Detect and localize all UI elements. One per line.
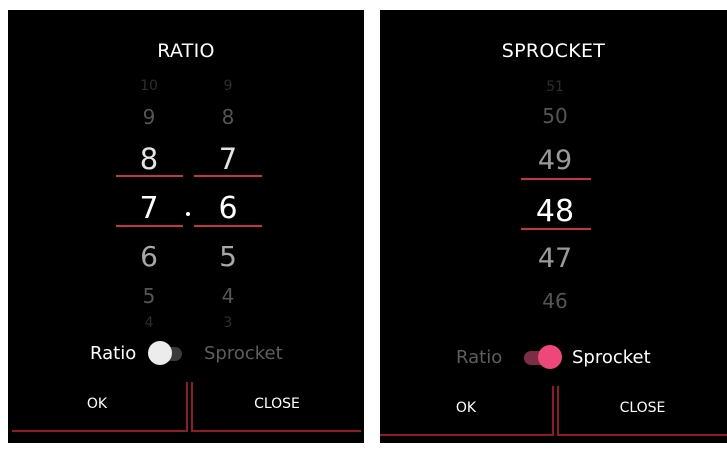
sprocket-dialog: SPROCKET 51 50 49 48 47 46 Ratio Sprocke… [380,10,727,443]
picker-selected-value[interactable]: 48 [515,197,595,227]
selection-line-top [521,178,591,180]
picker-value[interactable]: 49 [515,147,595,174]
button-divider [186,382,188,432]
button-divider [552,386,554,436]
ratio-sprocket-toggle[interactable] [148,341,184,365]
ratio-sprocket-toggle[interactable] [524,345,562,369]
button-divider [191,382,193,432]
button-border [12,430,186,432]
selection-line-bottom [521,228,591,230]
button-border [380,434,552,436]
picker-value[interactable]: 46 [515,291,595,311]
picker-value[interactable]: 6 [109,243,189,271]
picker-value[interactable]: 3 [188,316,268,330]
button-border [191,430,361,432]
button-divider [557,386,559,436]
picker-value[interactable]: 4 [109,316,189,330]
ok-button[interactable]: OK [8,384,186,424]
picker-value[interactable]: 51 [515,80,595,94]
picker-value[interactable]: 50 [515,106,595,126]
screen: RATIO 10 9 8 7 6 5 4 9 8 7 6 5 4 3 Ratio [0,0,727,455]
picker-value[interactable]: 9 [188,79,268,93]
selection-line-bottom [194,225,262,227]
switch-label-sprocket: Sprocket [572,347,651,368]
selection-line-bottom [116,225,183,227]
switch-label-ratio: Ratio [456,347,503,368]
picker-selected-value[interactable]: 7 [109,194,189,224]
toggle-thumb [148,341,172,365]
picker-value[interactable]: 8 [188,107,268,127]
close-button[interactable]: CLOSE [558,388,727,428]
toggle-thumb [538,345,562,369]
ratio-dialog: RATIO 10 9 8 7 6 5 4 9 8 7 6 5 4 3 Ratio [8,10,364,443]
picker-value[interactable]: 10 [109,79,189,93]
dialog-title: RATIO [157,40,215,62]
picker-value[interactable]: 9 [109,107,189,127]
picker-value[interactable]: 4 [188,286,268,306]
dialog-title: SPROCKET [501,40,606,62]
button-border [557,434,727,436]
selection-line-top [116,175,183,177]
picker-value[interactable]: 5 [188,243,268,271]
selection-line-top [194,175,262,177]
switch-label-sprocket: Sprocket [204,343,283,364]
picker-value[interactable]: 5 [109,286,189,306]
picker-selected-value[interactable]: 6 [188,194,268,224]
switch-label-ratio: Ratio [90,343,137,364]
ok-button[interactable]: OK [380,388,552,428]
picker-value[interactable]: 8 [109,145,189,174]
picker-value[interactable]: 47 [515,245,595,272]
close-button[interactable]: CLOSE [192,384,362,424]
picker-value[interactable]: 7 [188,145,268,174]
